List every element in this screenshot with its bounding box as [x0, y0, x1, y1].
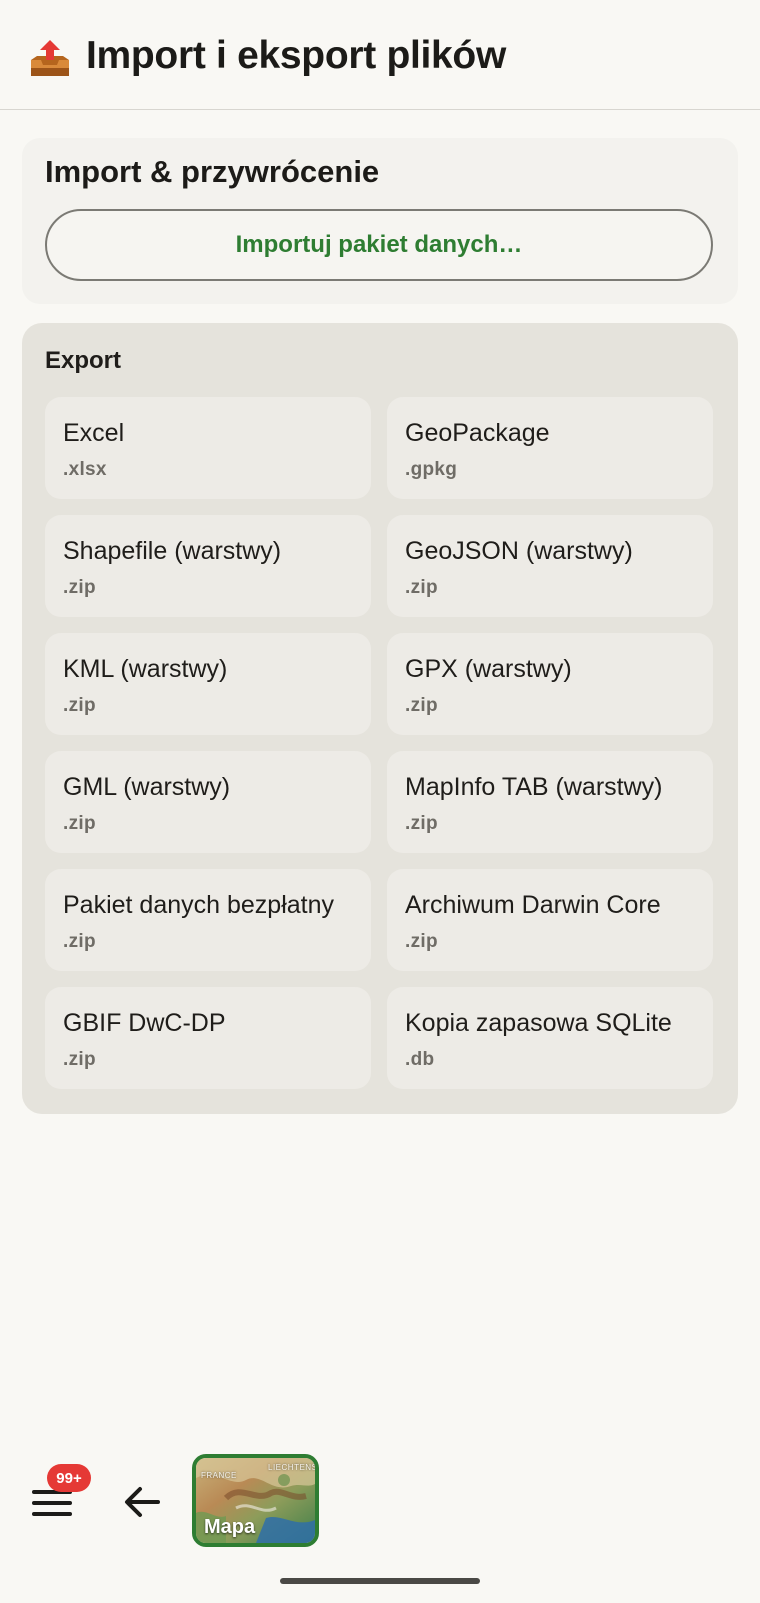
export-gml-button[interactable]: GML (warstwy) .zip — [45, 751, 371, 853]
page-title: Import i eksport plików — [86, 34, 506, 77]
export-gpx-button[interactable]: GPX (warstwy) .zip — [387, 633, 713, 735]
import-section-title: Import & przywrócenie — [45, 154, 380, 189]
export-format-extension: .zip — [63, 577, 96, 598]
map-tag-france: FRANCE — [201, 1471, 237, 1480]
map-button-label: Mapa — [204, 1516, 256, 1538]
export-format-extension: .zip — [63, 695, 96, 716]
export-format-name: Pakiet danych bezpłatny — [63, 891, 335, 919]
export-kml-button[interactable]: KML (warstwy) .zip — [45, 633, 371, 735]
export-format-extension: .zip — [63, 931, 96, 952]
import-section: Import & przywrócenie Importuj pakiet da… — [22, 138, 738, 304]
export-format-name: MapInfo TAB (warstwy) — [405, 773, 663, 801]
export-format-name: Kopia zapasowa SQLite — [405, 1009, 672, 1037]
export-format-extension: .zip — [405, 813, 438, 834]
export-format-name: GeoPackage — [405, 419, 550, 447]
export-format-extension: .zip — [63, 813, 96, 834]
export-format-name: Shapefile (warstwy) — [63, 537, 282, 565]
export-shapefile-button[interactable]: Shapefile (warstwy) .zip — [45, 515, 371, 617]
export-format-name: GeoJSON (warstwy) — [405, 537, 633, 565]
export-gbif-dwc-dp-button[interactable]: GBIF DwC-DP .zip — [45, 987, 371, 1089]
export-darwin-core-archive-button[interactable]: Archiwum Darwin Core .zip — [387, 869, 713, 971]
export-geopackage-button[interactable]: GeoPackage .gpkg — [387, 397, 713, 499]
export-section: Export Excel .xlsx GeoPackage .gpkg Shap… — [22, 323, 738, 1114]
export-format-name: GBIF DwC-DP — [63, 1009, 226, 1037]
home-indicator[interactable] — [280, 1578, 480, 1584]
export-format-extension: .zip — [63, 1049, 96, 1070]
export-format-name: GPX (warstwy) — [405, 655, 572, 683]
export-format-name: GML (warstwy) — [63, 773, 231, 801]
import-data-package-button[interactable]: Importuj pakiet danych… — [45, 209, 713, 281]
export-format-name: Excel — [63, 419, 125, 447]
back-arrow-icon[interactable] — [122, 1484, 162, 1520]
export-geojson-button[interactable]: GeoJSON (warstwy) .zip — [387, 515, 713, 617]
outbox-tray-icon — [31, 40, 69, 76]
export-section-title: Export — [45, 347, 122, 374]
export-sqlite-backup-button[interactable]: Kopia zapasowa SQLite .db — [387, 987, 713, 1089]
app-header: Import i eksport plików — [0, 0, 760, 110]
export-excel-button[interactable]: Excel .xlsx — [45, 397, 371, 499]
export-format-extension: .xlsx — [63, 459, 107, 480]
map-tag-liechtenstein: LIECHTENS — [268, 1463, 318, 1472]
export-format-name: Archiwum Darwin Core — [405, 891, 661, 919]
export-format-extension: .db — [405, 1049, 435, 1070]
export-format-extension: .zip — [405, 695, 438, 716]
export-format-grid: Excel .xlsx GeoPackage .gpkg Shapefile (… — [45, 397, 715, 1089]
export-free-data-package-button[interactable]: Pakiet danych bezpłatny .zip — [45, 869, 371, 971]
export-format-name: KML (warstwy) — [63, 655, 228, 683]
map-button[interactable]: FRANCE LIECHTENS Mapa — [192, 1454, 319, 1547]
export-mapinfo-tab-button[interactable]: MapInfo TAB (warstwy) .zip — [387, 751, 713, 853]
export-format-extension: .zip — [405, 577, 438, 598]
export-format-extension: .zip — [405, 931, 438, 952]
export-format-extension: .gpkg — [405, 459, 458, 480]
notification-badge: 99+ — [47, 1464, 91, 1492]
